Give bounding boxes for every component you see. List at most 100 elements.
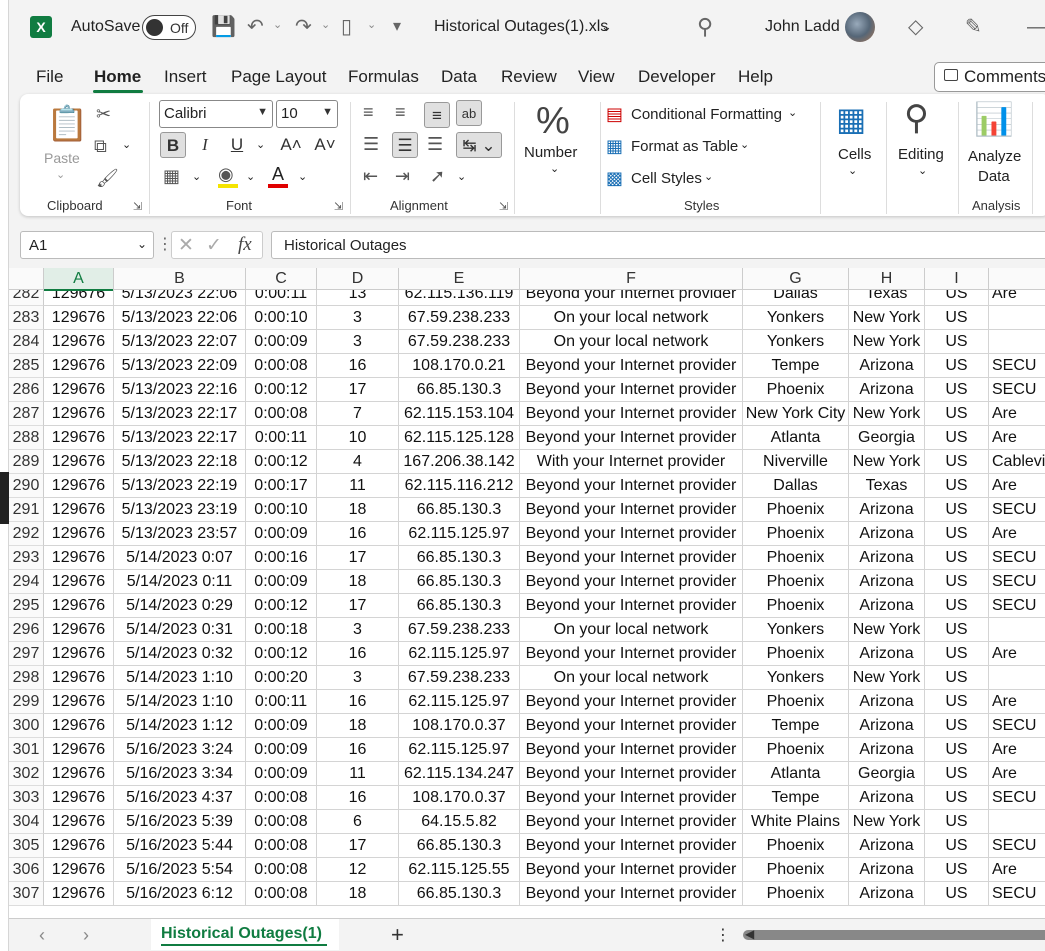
cell-j[interactable]: Are bbox=[989, 426, 1045, 450]
cell-h[interactable]: New York bbox=[849, 306, 925, 330]
row-header[interactable]: 297 bbox=[9, 642, 44, 666]
cell-e[interactable]: 108.170.0.37 bbox=[399, 786, 520, 810]
cell-a[interactable]: 129676 bbox=[44, 546, 114, 570]
cell-e[interactable]: 67.59.238.233 bbox=[399, 306, 520, 330]
cell-c[interactable]: 0:00:08 bbox=[246, 810, 317, 834]
cell-i[interactable]: US bbox=[925, 594, 989, 618]
cell-h[interactable]: Arizona bbox=[849, 378, 925, 402]
cell-g[interactable]: Tempe bbox=[743, 354, 849, 378]
cell-e[interactable]: 62.115.125.97 bbox=[399, 522, 520, 546]
insert-function-icon[interactable]: fx bbox=[238, 234, 252, 256]
formula-input[interactable]: Historical Outages bbox=[271, 231, 1045, 259]
cell-a[interactable]: 129676 bbox=[44, 330, 114, 354]
cell-b[interactable]: 5/16/2023 3:24 bbox=[114, 738, 246, 762]
cell-i[interactable]: US bbox=[925, 882, 989, 906]
cell-i[interactable]: US bbox=[925, 474, 989, 498]
cell-f[interactable]: Beyond your Internet provider bbox=[520, 474, 743, 498]
cell-c[interactable]: 0:00:08 bbox=[246, 354, 317, 378]
paste-button[interactable]: 📋 Paste ⌄ bbox=[36, 104, 88, 184]
clipboard-launcher-icon[interactable]: ⇲ bbox=[133, 200, 142, 213]
cell-d[interactable]: 11 bbox=[317, 474, 399, 498]
cell-f[interactable]: Beyond your Internet provider bbox=[520, 570, 743, 594]
cell-f[interactable]: On your local network bbox=[520, 666, 743, 690]
cell-h[interactable]: New York bbox=[849, 450, 925, 474]
cell-d[interactable]: 18 bbox=[317, 498, 399, 522]
cell-i[interactable]: US bbox=[925, 618, 989, 642]
cell-f[interactable]: Beyond your Internet provider bbox=[520, 498, 743, 522]
cell-b[interactable]: 5/13/2023 22:19 bbox=[114, 474, 246, 498]
enter-icon[interactable]: ✓ bbox=[206, 234, 222, 257]
cell-i[interactable]: US bbox=[925, 402, 989, 426]
cell-b[interactable]: 5/14/2023 0:32 bbox=[114, 642, 246, 666]
cell-a[interactable]: 129676 bbox=[44, 738, 114, 762]
cell-i[interactable]: US bbox=[925, 738, 989, 762]
tab-data[interactable]: Data bbox=[441, 67, 477, 87]
row-header[interactable]: 295 bbox=[9, 594, 44, 618]
row-header[interactable]: 306 bbox=[9, 858, 44, 882]
cell-e[interactable]: 66.85.130.3 bbox=[399, 378, 520, 402]
cell-i[interactable]: US bbox=[925, 450, 989, 474]
undo-dropdown-icon[interactable]: ⌄ bbox=[273, 18, 282, 31]
cell-f[interactable]: Beyond your Internet provider bbox=[520, 402, 743, 426]
cell-j[interactable] bbox=[989, 810, 1045, 834]
cell-d[interactable]: 17 bbox=[317, 378, 399, 402]
cell-b[interactable]: 5/16/2023 5:39 bbox=[114, 810, 246, 834]
align-bottom-icon[interactable]: ≡ bbox=[424, 102, 450, 128]
cell-a[interactable]: 129676 bbox=[44, 450, 114, 474]
row-header[interactable]: 289 bbox=[9, 450, 44, 474]
cell-i[interactable]: US bbox=[925, 810, 989, 834]
diamond-icon[interactable]: ◇ bbox=[908, 14, 923, 40]
cell-e[interactable]: 62.115.125.97 bbox=[399, 690, 520, 714]
search-icon[interactable]: ⚲ bbox=[697, 14, 713, 40]
cell-c[interactable]: 0:00:16 bbox=[246, 546, 317, 570]
cell-i[interactable]: US bbox=[925, 714, 989, 738]
column-header-D[interactable]: D bbox=[317, 268, 399, 290]
cell-b[interactable]: 5/13/2023 22:17 bbox=[114, 402, 246, 426]
cell-a[interactable]: 129676 bbox=[44, 786, 114, 810]
fill-color-dropdown-icon[interactable]: ⌄ bbox=[246, 170, 255, 183]
cell-i[interactable]: US bbox=[925, 858, 989, 882]
tab-home[interactable]: Home bbox=[94, 67, 141, 87]
select-all-corner[interactable] bbox=[9, 268, 44, 290]
cell-b[interactable]: 5/16/2023 3:34 bbox=[114, 762, 246, 786]
tab-help[interactable]: Help bbox=[738, 67, 773, 87]
add-sheet-icon[interactable]: + bbox=[391, 922, 404, 948]
cell-j[interactable]: SECU bbox=[989, 594, 1045, 618]
cell-d[interactable]: 18 bbox=[317, 570, 399, 594]
column-header-next[interactable] bbox=[989, 268, 1045, 290]
row-header[interactable]: 290 bbox=[9, 474, 44, 498]
cell-e[interactable]: 62.115.125.97 bbox=[399, 642, 520, 666]
cell-c[interactable]: 0:00:10 bbox=[246, 498, 317, 522]
row-header[interactable]: 305 bbox=[9, 834, 44, 858]
cell-d[interactable]: 7 bbox=[317, 402, 399, 426]
cell-c[interactable]: 0:00:12 bbox=[246, 378, 317, 402]
customize-toolbar-icon[interactable]: ▾ bbox=[393, 14, 401, 40]
cell-j[interactable]: Are bbox=[989, 858, 1045, 882]
cell-g[interactable]: Dallas bbox=[743, 474, 849, 498]
sheet-tab-historical-outages[interactable]: Historical Outages(1) bbox=[151, 919, 339, 950]
cell-i[interactable]: US bbox=[925, 690, 989, 714]
cell-a[interactable]: 129676 bbox=[44, 306, 114, 330]
cell-i[interactable]: US bbox=[925, 378, 989, 402]
cell-f[interactable]: Beyond your Internet provider bbox=[520, 858, 743, 882]
row-header[interactable]: 298 bbox=[9, 666, 44, 690]
cell-j[interactable]: Are bbox=[989, 762, 1045, 786]
cell-e[interactable]: 62.115.134.247 bbox=[399, 762, 520, 786]
cell-b[interactable]: 5/13/2023 23:19 bbox=[114, 498, 246, 522]
cell-f[interactable]: Beyond your Internet provider bbox=[520, 786, 743, 810]
cell-h[interactable]: Georgia bbox=[849, 762, 925, 786]
cell-e[interactable]: 66.85.130.3 bbox=[399, 882, 520, 906]
cell-d[interactable]: 17 bbox=[317, 834, 399, 858]
cell-g[interactable]: Phoenix bbox=[743, 522, 849, 546]
cell-d[interactable]: 18 bbox=[317, 882, 399, 906]
cell-h[interactable]: Arizona bbox=[849, 834, 925, 858]
cell-h[interactable]: Arizona bbox=[849, 858, 925, 882]
cell-e[interactable]: 108.170.0.37 bbox=[399, 714, 520, 738]
comments-button[interactable]: Comments bbox=[934, 62, 1045, 92]
cell-h[interactable]: New York bbox=[849, 666, 925, 690]
cell-d[interactable]: 16 bbox=[317, 642, 399, 666]
cell-j[interactable]: SECU bbox=[989, 882, 1045, 906]
cell-i[interactable]: US bbox=[925, 570, 989, 594]
tab-review[interactable]: Review bbox=[501, 67, 557, 87]
row-header[interactable]: 302 bbox=[9, 762, 44, 786]
